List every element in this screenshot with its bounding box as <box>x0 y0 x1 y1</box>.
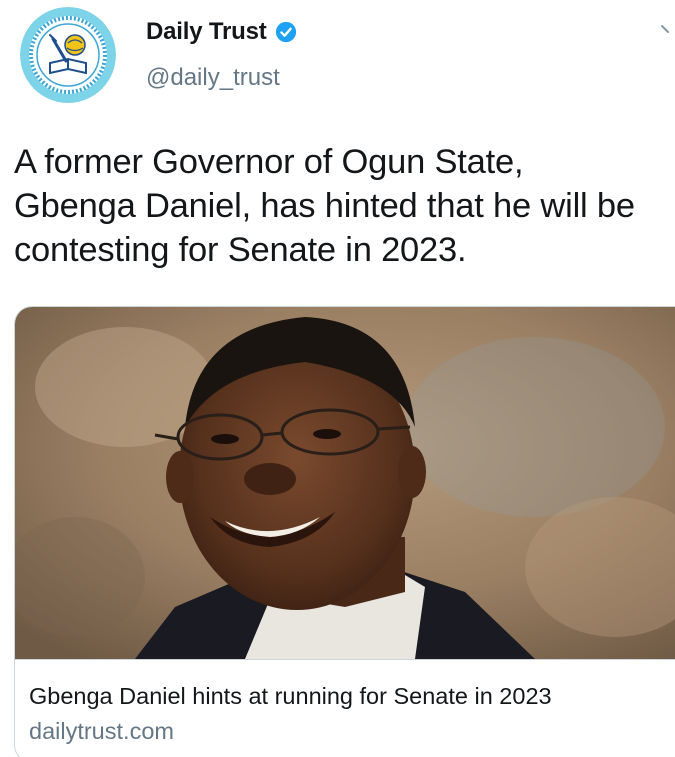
daily-trust-logo <box>20 7 116 103</box>
link-preview-card[interactable]: Gbenga Daniel hints at running for Senat… <box>14 306 675 757</box>
card-footer[interactable]: Gbenga Daniel hints at running for Senat… <box>15 659 675 757</box>
tweet-text-line: A former Governor of Ogun State, <box>14 143 524 181</box>
card-title[interactable]: Gbenga Daniel hints at running for Senat… <box>29 683 552 710</box>
avatar[interactable] <box>20 7 116 103</box>
card-domain: dailytrust.com <box>29 718 174 744</box>
tweet-text-line: Gbenga Daniel, has hinted that he will b… <box>14 187 635 225</box>
tweet-text-line: contesting for Senate in 2023. <box>14 231 467 269</box>
author-display-name[interactable]: Daily Trust <box>146 18 267 46</box>
author-name-row[interactable]: Daily Trust <box>146 16 297 48</box>
author-handle[interactable]: @daily_trust <box>146 64 280 92</box>
card-image[interactable] <box>15 307 675 659</box>
tweet-text: A former Governor of Ogun State, Gbenga … <box>14 140 674 272</box>
verified-badge-icon <box>275 21 297 43</box>
chevron-down-icon[interactable] <box>660 22 674 36</box>
tweet[interactable]: Daily Trust @daily_trust A former Govern… <box>0 0 675 757</box>
